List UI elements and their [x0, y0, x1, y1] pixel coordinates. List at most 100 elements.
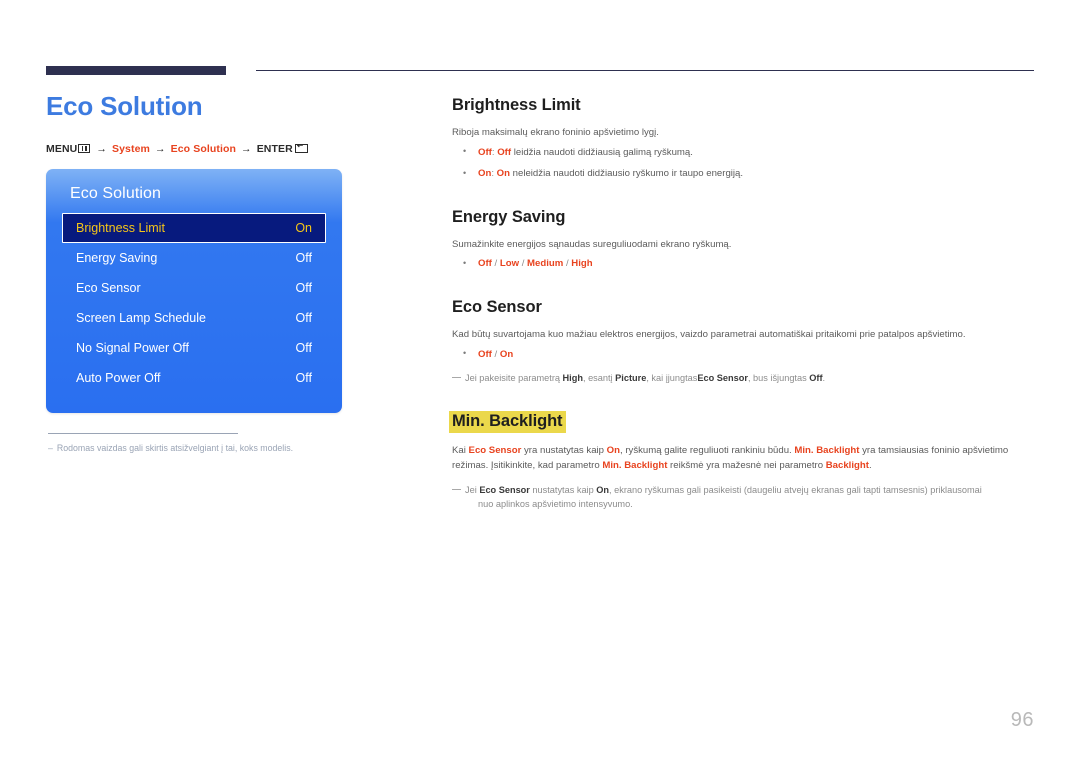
breadcrumb-enter-label: ENTER	[256, 142, 293, 155]
note-key-high: High	[562, 373, 583, 384]
mb-text-b: yra nustatytas kaip	[521, 445, 607, 457]
page-number: 96	[1010, 709, 1034, 731]
mbn-text-a4: nuo aplinkos apšvietimo intensyvumo.	[478, 499, 633, 510]
mbn-text-a1: Jei	[465, 484, 480, 495]
note-key-eco-sensor: Eco Sensor	[697, 373, 748, 384]
note-text-a2: , esantį	[582, 373, 616, 384]
eco-sensor-option-on: On	[499, 348, 514, 360]
mbn-text-a3: , ekrano ryškumas gali pasikeisti (dauge…	[609, 484, 982, 495]
breadcrumb-menu-label: MENU	[46, 142, 78, 155]
option-key-off-2: Off	[497, 146, 512, 158]
footnote-text: Rodomas vaizdas gali skirtis atsižvelgia…	[56, 442, 294, 453]
mb-text-a: Kai	[452, 445, 469, 457]
osd-row-brightness-limit[interactable]: Brightness Limit On	[62, 212, 326, 243]
section-heading-eco-sensor: Eco Sensor	[452, 297, 542, 316]
option-separator: /	[491, 258, 500, 270]
left-column: Eco Solution MENU → System → Eco Solutio…	[46, 92, 426, 455]
osd-row-value: On	[295, 220, 312, 235]
option-desc-on: neleidžia naudoti didžiausio ryškumo ir …	[510, 168, 744, 180]
osd-row-label: Energy Saving	[76, 250, 158, 265]
right-column: Brightness Limit Riboja maksimalų ekrano…	[449, 96, 1034, 512]
mb-key-min-backlight-1: Min. Backlight	[794, 445, 860, 457]
enter-key-icon	[294, 143, 308, 153]
osd-row-label: Screen Lamp Schedule	[76, 310, 206, 325]
footnote-divider	[48, 432, 238, 434]
footnote-dash: –	[48, 442, 53, 453]
osd-row-no-signal-power-off[interactable]: No Signal Power Off Off	[62, 333, 326, 363]
mb-key-backlight: Backlight	[825, 460, 869, 472]
eco-sensor-option-off: Off	[478, 348, 492, 360]
option-key-on: On	[478, 168, 492, 180]
energy-saving-option-values: Off / Low / Medium / High	[478, 258, 593, 269]
osd-panel-title: Eco Solution	[70, 184, 162, 202]
menu-grid-icon	[78, 143, 91, 153]
osd-row-label: Brightness Limit	[76, 220, 165, 235]
eco-sensor-options: Off / On	[452, 347, 1034, 362]
osd-row-value: Off	[295, 340, 312, 355]
option-key-off: Off	[478, 146, 492, 158]
osd-row-value: Off	[295, 250, 312, 265]
osd-row-value: Off	[295, 370, 312, 385]
mb-text-e: reikšmė yra mažesnė nei parametro	[667, 460, 826, 472]
list-item: Off: Off leidžia naudoti didžiausią gali…	[452, 145, 1034, 160]
mb-key-eco-sensor: Eco Sensor	[468, 445, 522, 457]
note-text-a4: , bus išjungtas	[747, 373, 810, 384]
header-rule-thin	[256, 70, 1034, 71]
mb-key-min-backlight-2: Min. Backlight	[602, 460, 668, 472]
osd-row-label: No Signal Power Off	[76, 340, 190, 355]
note-text-a3: , kai įjungtas	[646, 373, 698, 384]
eco-sensor-option-values: Off / On	[478, 349, 513, 360]
breadcrumb-arrow-2: →	[155, 142, 166, 155]
note-key-off: Off	[809, 373, 823, 384]
energy-saving-option-high: High	[571, 258, 593, 270]
note-key-picture: Picture	[615, 373, 647, 384]
energy-saving-intro: Sumažinkite energijos sąnaudas sureguliu…	[452, 238, 732, 250]
eco-sensor-intro: Kad būtų suvartojama kuo mažiau elektros…	[452, 328, 966, 340]
mbn-text-a2: nustatytas kaip	[529, 484, 597, 495]
page-title: Eco Solution	[46, 91, 203, 121]
osd-row-value: Off	[295, 280, 312, 295]
note-text-a1: Jei pakeisite parametrą	[465, 373, 563, 384]
header-rules	[46, 66, 1034, 78]
osd-menu-list: Brightness Limit On Energy Saving Off Eco Se…	[46, 212, 342, 393]
mbn-key-eco-sensor: Eco Sensor	[479, 484, 530, 495]
brightness-limit-intro: Riboja maksimalų ekrano foninio apšvieti…	[452, 126, 659, 138]
breadcrumb-arrow-3: →	[241, 142, 252, 155]
breadcrumb-arrow-1: →	[96, 142, 107, 155]
min-backlight-note: Jei Eco Sensor nustatytas kaip On, ekran…	[452, 483, 1034, 512]
breadcrumb: MENU → System → Eco Solution → ENTER	[46, 143, 426, 155]
breadcrumb-step-eco-solution: Eco Solution	[170, 142, 237, 155]
list-item: Off / Low / Medium / High	[452, 257, 1034, 271]
section-heading-brightness-limit: Brightness Limit	[452, 96, 581, 114]
list-item: Off / On	[452, 347, 1034, 362]
osd-row-energy-saving[interactable]: Energy Saving Off	[62, 243, 326, 273]
energy-saving-option-low: Low	[499, 258, 520, 270]
breadcrumb-step-system: System	[112, 142, 150, 155]
min-backlight-paragraph: Kai Eco Sensor yra nustatytas kaip On, r…	[452, 444, 1034, 474]
energy-saving-option-off: Off	[478, 258, 492, 270]
mbn-key-on: On	[596, 484, 610, 495]
mb-text-f: .	[868, 460, 872, 472]
osd-row-eco-sensor[interactable]: Eco Sensor Off	[62, 273, 326, 303]
section-heading-energy-saving: Energy Saving	[452, 207, 566, 226]
osd-panel: Eco Solution Brightness Limit On Energy Sa…	[46, 168, 342, 413]
mb-key-on: On	[606, 445, 620, 457]
option-desc-off: leidžia naudoti didžiausią galimą ryškum…	[511, 146, 693, 158]
option-separator: /	[491, 348, 500, 360]
osd-row-screen-lamp-schedule[interactable]: Screen Lamp Schedule Off	[62, 303, 326, 333]
osd-row-auto-power-off[interactable]: Auto Power Off Off	[62, 363, 326, 393]
header-rule-thick	[46, 66, 226, 75]
eco-sensor-note: Jei pakeisite parametrą High, esantį Pic…	[452, 371, 1034, 385]
osd-row-value: Off	[295, 310, 312, 325]
osd-row-label: Eco Sensor	[76, 280, 141, 295]
energy-saving-options: Off / Low / Medium / High	[452, 257, 1034, 271]
osd-row-label: Auto Power Off	[76, 370, 161, 385]
option-separator: /	[519, 258, 528, 270]
option-key-on-2: On	[496, 168, 510, 180]
mb-text-c: , ryškumą galite reguliuoti rankiniu būd…	[620, 445, 795, 457]
section-heading-min-backlight: Min. Backlight	[449, 411, 567, 434]
energy-saving-option-medium: Medium	[527, 258, 564, 270]
list-item: On: On neleidžia naudoti didžiausio ryšk…	[452, 167, 1034, 181]
brightness-limit-options: Off: Off leidžia naudoti didžiausią gali…	[452, 145, 1034, 182]
osd-footnote: – Rodomas vaizdas gali skirtis atsižvelgi…	[46, 442, 426, 455]
